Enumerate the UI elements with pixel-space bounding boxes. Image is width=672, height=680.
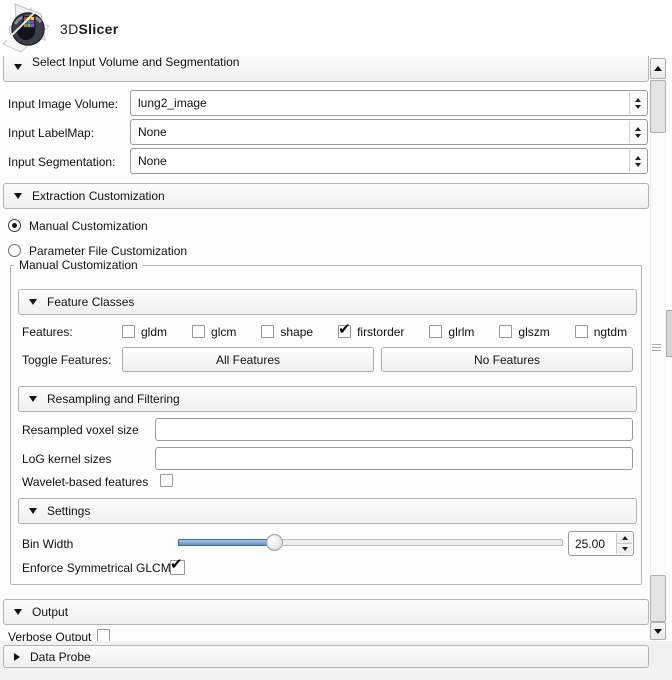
feature-item: glrlm bbox=[429, 324, 474, 339]
log-kernel-sizes-input[interactable] bbox=[155, 447, 633, 470]
firstorder-label: firstorder bbox=[357, 324, 405, 339]
section-title: Select Input Volume and Segmentation bbox=[32, 55, 240, 69]
ngtdm-checkbox[interactable] bbox=[574, 325, 588, 338]
spinbox-updown-icon[interactable] bbox=[616, 533, 632, 554]
collapse-output-section[interactable]: Output bbox=[3, 599, 649, 625]
parameter-file-radio[interactable] bbox=[8, 244, 21, 257]
feature-item: glszm bbox=[499, 324, 550, 339]
feature-item: glcm bbox=[192, 324, 236, 339]
scrollbar-up-button[interactable] bbox=[650, 58, 666, 79]
glcm-checkbox[interactable] bbox=[192, 325, 206, 338]
feature-item: gldm bbox=[122, 324, 167, 339]
triangle-down-icon bbox=[14, 64, 22, 70]
input-labelmap-combobox[interactable]: None bbox=[130, 119, 648, 145]
groupbox-title: Manual Customization bbox=[14, 258, 143, 272]
section-title: Data Probe bbox=[30, 649, 91, 664]
slider-handle[interactable] bbox=[266, 534, 283, 551]
combobox-updown-icon[interactable] bbox=[629, 121, 646, 143]
slider-fill bbox=[178, 539, 274, 546]
all-features-button[interactable]: All Features bbox=[122, 347, 374, 372]
collapse-settings[interactable]: Settings bbox=[18, 498, 637, 524]
arrow-up-icon bbox=[654, 66, 662, 71]
bin-width-spinbox[interactable]: 25.00 bbox=[568, 531, 634, 556]
bin-width-value: 25.00 bbox=[575, 537, 606, 551]
scrollbar-grip-icon bbox=[652, 350, 661, 351]
feature-checkbox-row: gldm glcm shape firstorder glrlm glszm n… bbox=[122, 320, 638, 339]
parameter-file-radio-label: Parameter File Customization bbox=[29, 244, 188, 258]
scrollbar-track[interactable] bbox=[650, 56, 666, 640]
resampled-voxel-size-input[interactable] bbox=[155, 418, 633, 441]
wavelet-features-checkbox[interactable] bbox=[160, 474, 173, 487]
firstorder-checkbox[interactable] bbox=[338, 320, 352, 338]
slicer-logo-icon bbox=[2, 3, 50, 53]
wavelet-features-label: Wavelet-based features bbox=[22, 475, 149, 489]
input-image-volume-combobox[interactable]: lung2_image bbox=[130, 90, 648, 116]
features-label: Features: bbox=[22, 325, 73, 339]
scrollbar-down-button[interactable] bbox=[650, 622, 666, 640]
shape-label: shape bbox=[280, 324, 314, 339]
combobox-value: lung2_image bbox=[138, 96, 207, 110]
outer-scrollbar-thumb[interactable] bbox=[666, 310, 672, 357]
log-kernel-sizes-label: LoG kernel sizes bbox=[22, 452, 112, 466]
triangle-right-icon bbox=[14, 652, 20, 661]
collapse-extraction-customization[interactable]: Extraction Customization bbox=[3, 183, 649, 209]
section-title: Resampling and Filtering bbox=[47, 392, 180, 406]
toggle-features-label: Toggle Features: bbox=[22, 353, 112, 367]
section-title: Feature Classes bbox=[47, 295, 135, 309]
glrlm-label: glrlm bbox=[448, 324, 475, 339]
combobox-updown-icon[interactable] bbox=[629, 150, 646, 172]
input-labelmap-label: Input LabelMap: bbox=[8, 126, 95, 140]
collapse-resampling-filtering[interactable]: Resampling and Filtering bbox=[18, 386, 637, 412]
input-segmentation-combobox[interactable]: None bbox=[130, 148, 648, 174]
feature-item: ngtdm bbox=[574, 324, 628, 339]
combobox-value: None bbox=[138, 125, 167, 139]
slicer-window: Select Input Volume and Segmentation 3DS… bbox=[0, 0, 672, 680]
enforce-symmetrical-glcm-checkbox[interactable] bbox=[170, 555, 185, 575]
bottom-panel: Data Probe bbox=[0, 641, 672, 680]
bin-width-label: Bin Width bbox=[22, 537, 74, 551]
resampled-voxel-size-label: Resampled voxel size bbox=[22, 423, 139, 437]
app-title: 3DSlicer bbox=[60, 21, 119, 37]
combobox-value: None bbox=[138, 154, 167, 168]
section-title: Extraction Customization bbox=[32, 189, 165, 203]
triangle-down-icon bbox=[14, 193, 22, 199]
no-features-button[interactable]: No Features bbox=[381, 347, 633, 372]
scrollbar-grip-icon bbox=[652, 344, 661, 345]
feature-item: firstorder bbox=[338, 320, 405, 339]
glcm-label: glcm bbox=[211, 324, 237, 339]
input-segmentation-label: Input Segmentation: bbox=[8, 155, 116, 169]
triangle-down-icon bbox=[29, 508, 37, 514]
glszm-checkbox[interactable] bbox=[499, 325, 513, 338]
glszm-label: glszm bbox=[518, 324, 550, 339]
input-image-volume-label: Input Image Volume: bbox=[8, 97, 119, 111]
triangle-down-icon bbox=[29, 299, 37, 305]
shape-checkbox[interactable] bbox=[261, 325, 275, 338]
ngtdm-label: ngtdm bbox=[593, 324, 628, 339]
scrollbar-thumb-lower[interactable] bbox=[650, 575, 666, 622]
section-title: Settings bbox=[47, 504, 91, 518]
enforce-symmetrical-glcm-label: Enforce Symmetrical GLCM bbox=[22, 561, 171, 575]
scrollbar-grip-icon bbox=[652, 347, 661, 348]
feature-item: shape bbox=[261, 324, 313, 339]
manual-customization-radio-label: Manual Customization bbox=[29, 219, 148, 233]
app-header: 3DSlicer bbox=[0, 0, 672, 56]
arrow-down-icon bbox=[654, 628, 662, 634]
triangle-down-icon bbox=[14, 609, 22, 615]
scrollbar-thumb[interactable] bbox=[650, 80, 666, 133]
collapse-select-input-section[interactable]: Select Input Volume and Segmentation bbox=[3, 52, 649, 82]
triangle-down-icon bbox=[29, 396, 37, 402]
bin-width-slider[interactable] bbox=[178, 534, 563, 551]
manual-customization-radio[interactable] bbox=[8, 219, 21, 232]
gldm-label: gldm bbox=[141, 324, 168, 339]
section-title: Output bbox=[32, 605, 69, 619]
glrlm-checkbox[interactable] bbox=[429, 325, 443, 338]
gldm-checkbox[interactable] bbox=[122, 325, 135, 338]
collapse-data-probe[interactable]: Data Probe bbox=[3, 645, 649, 668]
collapse-feature-classes[interactable]: Feature Classes bbox=[18, 289, 637, 315]
combobox-updown-icon[interactable] bbox=[629, 92, 646, 114]
